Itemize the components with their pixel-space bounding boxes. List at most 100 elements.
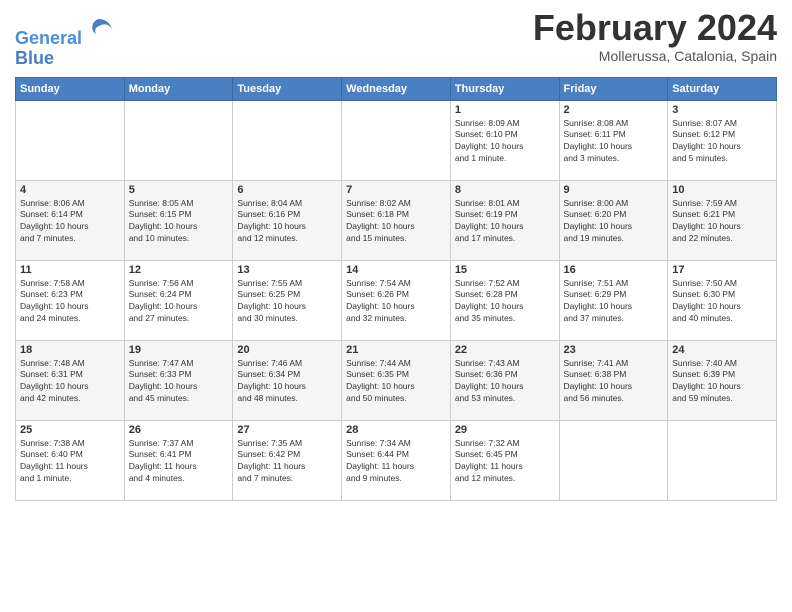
calendar-cell: 7 Sunrise: 8:02 AM Sunset: 6:18 PM Daylig… (342, 180, 451, 260)
day-info: Sunrise: 8:00 AM Sunset: 6:20 PM Dayligh… (564, 198, 664, 246)
day-number: 17 (672, 264, 772, 276)
day-number: 20 (237, 344, 337, 356)
logo-bird-icon (84, 14, 114, 44)
day-info: Sunrise: 7:34 AM Sunset: 6:44 PM Dayligh… (346, 438, 446, 486)
day-number: 5 (129, 184, 229, 196)
day-number: 24 (672, 344, 772, 356)
calendar-cell: 3 Sunrise: 8:07 AM Sunset: 6:12 PM Daylig… (668, 100, 777, 180)
day-info: Sunrise: 7:51 AM Sunset: 6:29 PM Dayligh… (564, 278, 664, 326)
calendar-table: Sunday Monday Tuesday Wednesday Thursday… (15, 77, 777, 501)
calendar-cell: 12Sunrise: 7:56 AM Sunset: 6:24 PM Dayli… (124, 260, 233, 340)
header-sunday: Sunday (16, 77, 125, 100)
calendar-cell (124, 100, 233, 180)
calendar-body: 1Sunrise: 8:09 AM Sunset: 6:10 PM Daylig… (16, 100, 777, 500)
day-info: Sunrise: 8:02 AM Sunset: 6:18 PM Dayligh… (346, 198, 446, 246)
day-info: Sunrise: 8:07 AM Sunset: 6:12 PM Dayligh… (672, 118, 772, 166)
calendar-cell: 22Sunrise: 7:43 AM Sunset: 6:36 PM Dayli… (450, 340, 559, 420)
calendar-week-2: 4 Sunrise: 8:06 AM Sunset: 6:14 PM Daylig… (16, 180, 777, 260)
calendar-cell: 14 Sunrise: 7:54 AM Sunset: 6:26 PM Dayli… (342, 260, 451, 340)
day-number: 6 (237, 184, 337, 196)
calendar-cell: 27 Sunrise: 7:35 AM Sunset: 6:42 PM Dayli… (233, 420, 342, 500)
header-saturday: Saturday (668, 77, 777, 100)
day-number: 23 (564, 344, 664, 356)
day-info: Sunrise: 7:52 AM Sunset: 6:28 PM Dayligh… (455, 278, 555, 326)
day-info: Sunrise: 8:06 AM Sunset: 6:14 PM Dayligh… (20, 198, 120, 246)
month-title: February 2024 (533, 10, 777, 46)
day-number: 9 (564, 184, 664, 196)
calendar-cell: 5 Sunrise: 8:05 AM Sunset: 6:15 PM Daylig… (124, 180, 233, 260)
calendar-cell: 26 Sunrise: 7:37 AM Sunset: 6:41 PM Dayli… (124, 420, 233, 500)
logo-blue: Blue (15, 48, 54, 68)
calendar-week-3: 11 Sunrise: 7:58 AM Sunset: 6:23 PM Dayli… (16, 260, 777, 340)
logo-content: General Blue (15, 14, 114, 69)
header-thursday: Thursday (450, 77, 559, 100)
calendar-cell (342, 100, 451, 180)
day-info: Sunrise: 7:54 AM Sunset: 6:26 PM Dayligh… (346, 278, 446, 326)
day-info: Sunrise: 7:32 AM Sunset: 6:45 PM Dayligh… (455, 438, 555, 486)
day-number: 19 (129, 344, 229, 356)
location-subtitle: Mollerussa, Catalonia, Spain (533, 48, 777, 64)
calendar-week-5: 25Sunrise: 7:38 AM Sunset: 6:40 PM Dayli… (16, 420, 777, 500)
calendar-cell: 15 Sunrise: 7:52 AM Sunset: 6:28 PM Dayli… (450, 260, 559, 340)
calendar-cell: 6 Sunrise: 8:04 AM Sunset: 6:16 PM Daylig… (233, 180, 342, 260)
calendar-cell (559, 420, 668, 500)
calendar-cell: 20 Sunrise: 7:46 AM Sunset: 6:34 PM Dayli… (233, 340, 342, 420)
day-number: 29 (455, 424, 555, 436)
day-info: Sunrise: 8:01 AM Sunset: 6:19 PM Dayligh… (455, 198, 555, 246)
day-info: Sunrise: 7:35 AM Sunset: 6:42 PM Dayligh… (237, 438, 337, 486)
day-info: Sunrise: 7:44 AM Sunset: 6:35 PM Dayligh… (346, 358, 446, 406)
calendar-cell: 2Sunrise: 8:08 AM Sunset: 6:11 PM Daylig… (559, 100, 668, 180)
calendar-cell: 17 Sunrise: 7:50 AM Sunset: 6:30 PM Dayli… (668, 260, 777, 340)
day-number: 13 (237, 264, 337, 276)
calendar-cell: 9 Sunrise: 8:00 AM Sunset: 6:20 PM Daylig… (559, 180, 668, 260)
calendar-cell: 29 Sunrise: 7:32 AM Sunset: 6:45 PM Dayli… (450, 420, 559, 500)
day-info: Sunrise: 8:05 AM Sunset: 6:15 PM Dayligh… (129, 198, 229, 246)
day-number: 4 (20, 184, 120, 196)
calendar-cell: 1Sunrise: 8:09 AM Sunset: 6:10 PM Daylig… (450, 100, 559, 180)
day-info: Sunrise: 8:04 AM Sunset: 6:16 PM Dayligh… (237, 198, 337, 246)
header-friday: Friday (559, 77, 668, 100)
day-info: Sunrise: 7:55 AM Sunset: 6:25 PM Dayligh… (237, 278, 337, 326)
calendar-cell: 18 Sunrise: 7:48 AM Sunset: 6:31 PM Dayli… (16, 340, 125, 420)
header-section: General Blue February 2024 Mollerussa, C… (15, 10, 777, 69)
day-number: 10 (672, 184, 772, 196)
day-info: Sunrise: 7:47 AM Sunset: 6:33 PM Dayligh… (129, 358, 229, 406)
calendar-cell: 19 Sunrise: 7:47 AM Sunset: 6:33 PM Dayli… (124, 340, 233, 420)
day-number: 7 (346, 184, 446, 196)
day-number: 16 (564, 264, 664, 276)
day-number: 14 (346, 264, 446, 276)
day-info: Sunrise: 7:50 AM Sunset: 6:30 PM Dayligh… (672, 278, 772, 326)
day-number: 1 (455, 104, 555, 116)
calendar-cell: 24Sunrise: 7:40 AM Sunset: 6:39 PM Dayli… (668, 340, 777, 420)
day-number: 15 (455, 264, 555, 276)
day-number: 18 (20, 344, 120, 356)
calendar-week-1: 1Sunrise: 8:09 AM Sunset: 6:10 PM Daylig… (16, 100, 777, 180)
day-number: 2 (564, 104, 664, 116)
header-tuesday: Tuesday (233, 77, 342, 100)
calendar-cell: 28 Sunrise: 7:34 AM Sunset: 6:44 PM Dayli… (342, 420, 451, 500)
calendar-cell: 8 Sunrise: 8:01 AM Sunset: 6:19 PM Daylig… (450, 180, 559, 260)
day-number: 28 (346, 424, 446, 436)
logo-general: General (15, 28, 82, 48)
day-info: Sunrise: 7:37 AM Sunset: 6:41 PM Dayligh… (129, 438, 229, 486)
day-number: 8 (455, 184, 555, 196)
day-info: Sunrise: 7:38 AM Sunset: 6:40 PM Dayligh… (20, 438, 120, 486)
calendar-cell: 23Sunrise: 7:41 AM Sunset: 6:38 PM Dayli… (559, 340, 668, 420)
calendar-cell: 4 Sunrise: 8:06 AM Sunset: 6:14 PM Daylig… (16, 180, 125, 260)
logo: General Blue (15, 14, 114, 69)
day-number: 26 (129, 424, 229, 436)
calendar-cell (233, 100, 342, 180)
header-wednesday: Wednesday (342, 77, 451, 100)
calendar-cell: 11 Sunrise: 7:58 AM Sunset: 6:23 PM Dayli… (16, 260, 125, 340)
day-info: Sunrise: 7:48 AM Sunset: 6:31 PM Dayligh… (20, 358, 120, 406)
day-info: Sunrise: 7:46 AM Sunset: 6:34 PM Dayligh… (237, 358, 337, 406)
day-info: Sunrise: 7:58 AM Sunset: 6:23 PM Dayligh… (20, 278, 120, 326)
day-number: 3 (672, 104, 772, 116)
day-number: 11 (20, 264, 120, 276)
day-number: 27 (237, 424, 337, 436)
day-number: 22 (455, 344, 555, 356)
calendar-cell: 25Sunrise: 7:38 AM Sunset: 6:40 PM Dayli… (16, 420, 125, 500)
title-area: February 2024 Mollerussa, Catalonia, Spa… (533, 10, 777, 64)
calendar-cell: 13 Sunrise: 7:55 AM Sunset: 6:25 PM Dayli… (233, 260, 342, 340)
day-number: 12 (129, 264, 229, 276)
